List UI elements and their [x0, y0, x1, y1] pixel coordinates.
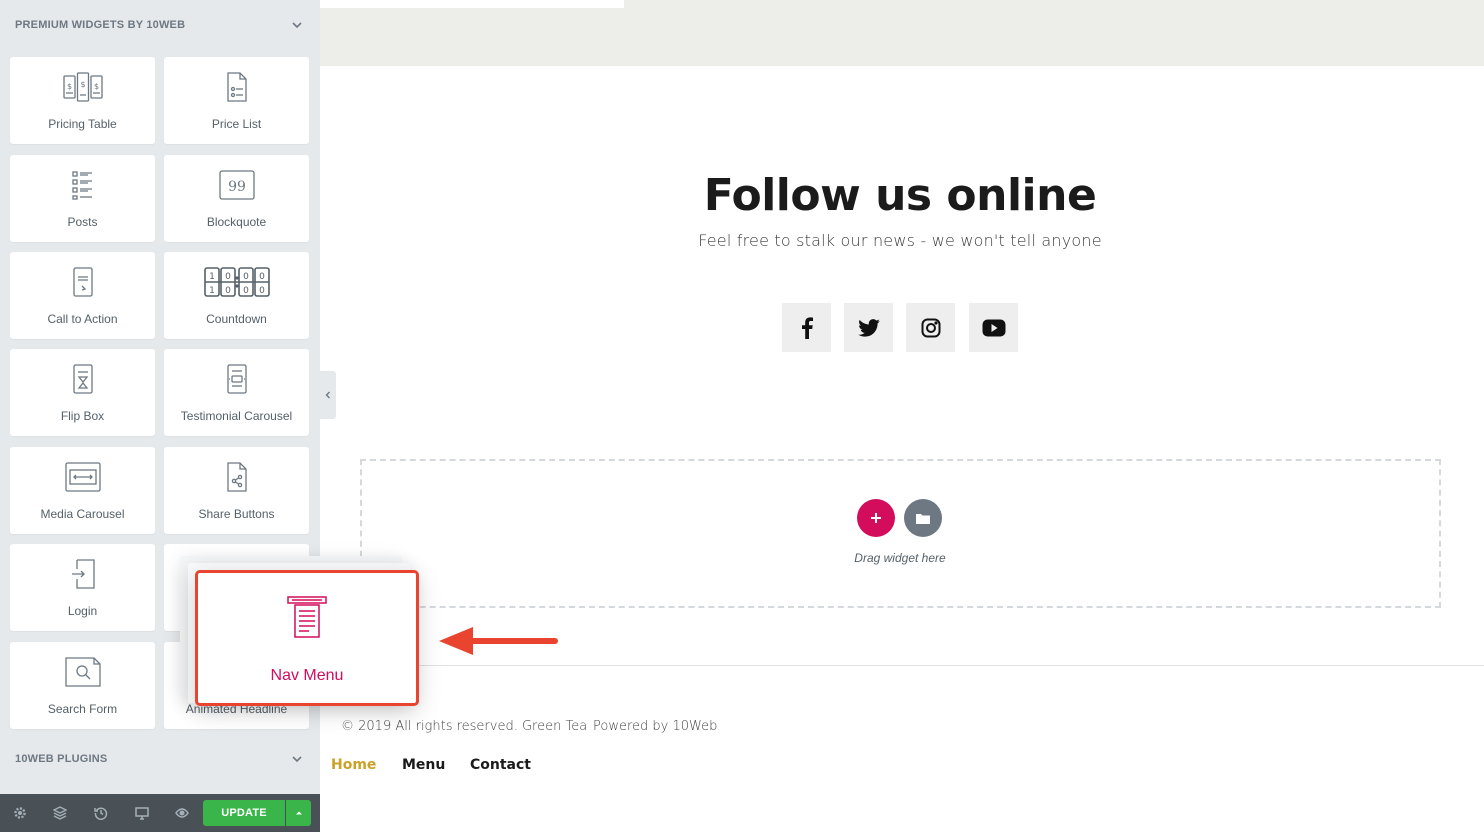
widget-login[interactable]: Login: [10, 544, 155, 631]
twitter-icon: [857, 318, 880, 337]
add-section-button[interactable]: [857, 499, 895, 537]
widget-label: Pricing Table: [48, 117, 117, 131]
update-button[interactable]: UPDATE: [203, 800, 285, 826]
previous-section-content: [320, 0, 624, 8]
svg-text:0: 0: [243, 272, 249, 282]
widget-share-buttons[interactable]: Share Buttons: [164, 447, 309, 534]
premium-widgets-header[interactable]: PREMIUM WIDGETS BY 10WEB: [0, 0, 320, 50]
folder-icon: [916, 513, 930, 524]
widget-call-to-action[interactable]: Call to Action: [10, 252, 155, 339]
widget-blockquote[interactable]: 99 Blockquote: [164, 155, 309, 242]
section-heading[interactable]: Follow us online: [320, 170, 1480, 221]
10web-plugins-header[interactable]: 10WEB PLUGINS: [0, 734, 320, 784]
section-title: 10WEB PLUGINS: [15, 753, 108, 765]
svg-text:99: 99: [228, 179, 246, 195]
collapse-panel-handle[interactable]: [320, 371, 336, 419]
add-template-button[interactable]: [904, 499, 942, 537]
facebook-link[interactable]: [782, 303, 831, 352]
widget-label: Price List: [211, 117, 262, 131]
drop-zone-text: Drag widget here: [854, 551, 946, 565]
svg-text:0: 0: [225, 286, 231, 296]
widget-label: Blockquote: [206, 215, 267, 229]
svg-text:0: 0: [259, 286, 265, 296]
footer-nav-menu[interactable]: Menu: [402, 757, 445, 773]
widget-posts[interactable]: Posts: [10, 155, 155, 242]
previous-section: [320, 0, 1484, 66]
nav-menu-icon: [287, 596, 327, 638]
section-subheading[interactable]: Feel free to stalk our news - we won't t…: [320, 231, 1480, 250]
twitter-link[interactable]: [844, 303, 893, 352]
widget-search-form[interactable]: Search Form: [10, 642, 155, 729]
widget-label: Login: [67, 604, 98, 618]
media-carousel-icon: [64, 462, 101, 492]
youtube-link[interactable]: [969, 303, 1018, 352]
instagram-link[interactable]: [906, 303, 955, 352]
widget-countdown[interactable]: 1 0 0 0 1 0 0 0 Countdown: [164, 252, 309, 339]
posts-icon: [71, 171, 92, 200]
widget-label: Posts: [67, 215, 98, 229]
youtube-icon: [982, 319, 1005, 336]
plus-icon: [871, 513, 881, 523]
pointer-arrow-icon: [439, 627, 558, 655]
countdown-icon: 1 0 0 0 1 0 0 0: [203, 267, 270, 297]
copyright-text: © 2019 All rights reserved. Green Tea: [341, 719, 588, 734]
svg-text:1: 1: [209, 272, 215, 282]
update-options-button[interactable]: [286, 800, 311, 826]
svg-text:$: $: [80, 80, 85, 89]
footer-nav-contact[interactable]: Contact: [470, 757, 531, 773]
widget-label: Testimonial Carousel: [180, 409, 293, 423]
svg-text:0: 0: [243, 286, 249, 296]
widget-drop-zone[interactable]: [360, 459, 1441, 608]
call-to-action-icon: [72, 267, 93, 297]
svg-text:0: 0: [225, 272, 231, 282]
widget-label: Flip Box: [60, 409, 105, 423]
chevron-left-icon: [325, 391, 330, 399]
layers-icon[interactable]: [51, 804, 69, 822]
search-form-icon: [64, 657, 101, 687]
blockquote-icon: 99: [218, 170, 255, 200]
widget-label: Nav Menu: [270, 667, 344, 684]
caret-up-icon: [295, 811, 302, 815]
widget-label: Share Buttons: [198, 507, 275, 521]
widget-price-list[interactable]: Price List: [164, 57, 309, 144]
footer-nav-home[interactable]: Home: [331, 757, 376, 773]
flip-box-icon: [72, 364, 93, 394]
widget-label: Call to Action: [47, 312, 118, 326]
preview-eye-icon[interactable]: [173, 804, 191, 822]
section-title: PREMIUM WIDGETS BY 10WEB: [15, 19, 186, 31]
testimonial-carousel-icon: [226, 364, 247, 394]
widget-media-carousel[interactable]: Media Carousel: [10, 447, 155, 534]
widget-label: Countdown: [206, 312, 267, 326]
chevron-down-icon: [292, 22, 302, 29]
svg-text:$: $: [93, 82, 98, 91]
footer-divider: [320, 665, 1484, 666]
price-list-icon: [226, 72, 247, 102]
gear-icon[interactable]: [11, 804, 29, 822]
pricing-table-icon: $ $ $: [62, 72, 103, 102]
widget-label: Media Carousel: [40, 507, 125, 521]
svg-text:1: 1: [209, 286, 215, 296]
dragged-nav-menu-widget[interactable]: Nav Menu: [195, 570, 419, 706]
svg-text:$: $: [66, 82, 71, 91]
responsive-icon[interactable]: [133, 804, 151, 822]
instagram-icon: [921, 318, 940, 337]
history-icon[interactable]: [92, 804, 110, 822]
facebook-icon: [801, 316, 813, 339]
svg-text:0: 0: [259, 272, 265, 282]
powered-by-text: Powered by 10Web: [593, 719, 718, 734]
widget-panel: PREMIUM WIDGETS BY 10WEB $ $ $ Pricing T…: [0, 0, 320, 832]
widget-pricing-table[interactable]: $ $ $ Pricing Table: [10, 57, 155, 144]
share-buttons-icon: [226, 462, 247, 492]
widget-flip-box[interactable]: Flip Box: [10, 349, 155, 436]
login-icon: [71, 559, 95, 589]
widget-label: Search Form: [47, 702, 118, 716]
chevron-down-icon: [292, 756, 302, 763]
widget-testimonial-carousel[interactable]: Testimonial Carousel: [164, 349, 309, 436]
